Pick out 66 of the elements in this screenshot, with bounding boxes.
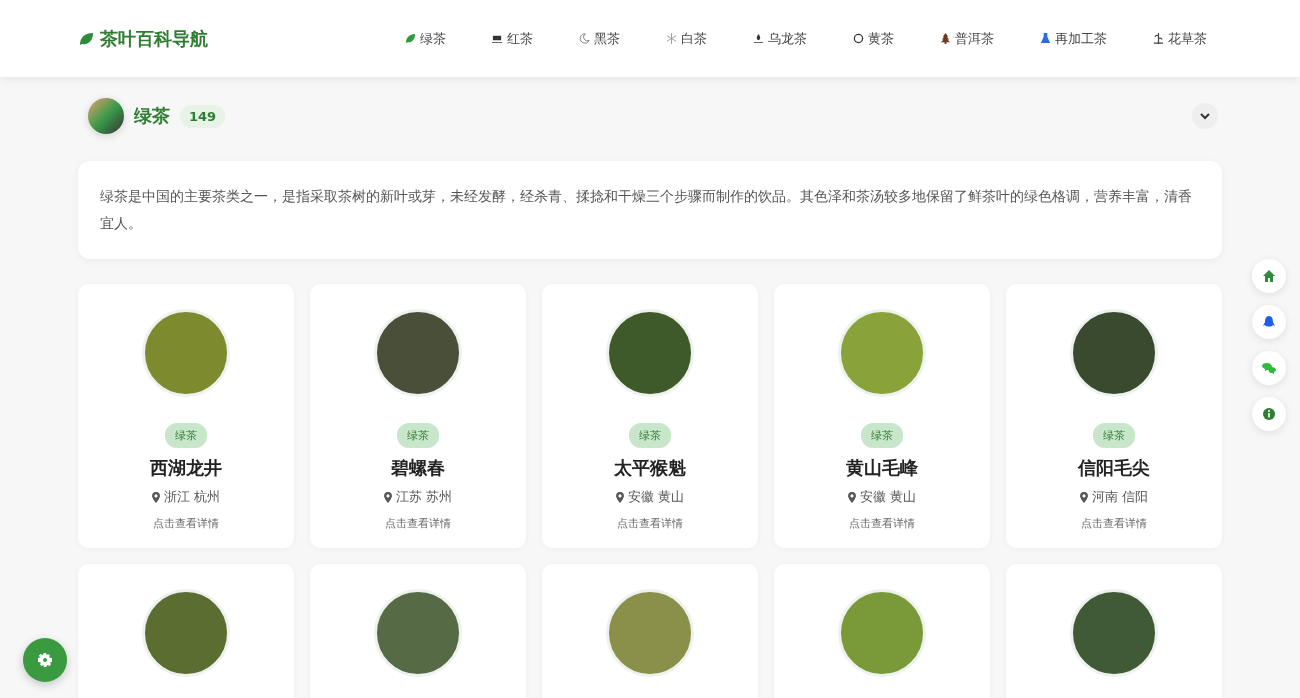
category-tag: 绿茶	[861, 423, 903, 448]
tree-icon	[940, 33, 951, 44]
nav-link[interactable]: 再加工茶	[1017, 23, 1130, 54]
category-tag: 绿茶	[165, 423, 207, 448]
location-pin-icon	[383, 491, 392, 503]
category-tag: 绿茶	[629, 423, 671, 448]
nav-link[interactable]: 白茶	[643, 23, 730, 54]
tea-name: 西湖龙井	[150, 456, 222, 480]
nav-link[interactable]: 乌龙茶	[730, 23, 830, 54]
detail-hint: 点击查看详情	[1081, 516, 1147, 531]
origin-text: 浙江 杭州	[163, 488, 221, 506]
moon-icon	[579, 33, 590, 44]
tea-name: 太平猴魁	[614, 456, 686, 480]
origin-text: 江苏 苏州	[395, 488, 453, 506]
tea-name: 黄山毛峰	[846, 456, 918, 480]
detail-hint: 点击查看详情	[617, 516, 683, 531]
tea-card[interactable]: 绿茶 西湖龙井 浙江 杭州 点击查看详情	[78, 284, 294, 548]
leaf-icon	[1153, 33, 1164, 44]
drop-icon	[753, 33, 764, 44]
wechat-button[interactable]	[1252, 351, 1286, 385]
tea-card[interactable]: 绿茶 黄山毛峰 安徽 黄山 点击查看详情	[774, 284, 990, 548]
tea-name: 碧螺春	[391, 456, 445, 480]
nav-link[interactable]: 红茶	[469, 23, 556, 54]
settings-button[interactable]	[23, 638, 67, 682]
site-logo[interactable]: 茶叶百科导航	[100, 26, 208, 51]
category-tag: 绿茶	[397, 423, 439, 448]
origin-text: 河南 信阳	[1091, 488, 1149, 506]
nav-link[interactable]: 绿茶	[382, 23, 469, 54]
nav-link[interactable]: 黄茶	[830, 23, 917, 54]
cup-icon	[492, 33, 503, 44]
home-button[interactable]	[1252, 259, 1286, 293]
info-icon	[1262, 407, 1276, 421]
tea-card[interactable]: 绿茶 太平猴魁 安徽 黄山 点击查看详情	[542, 284, 758, 548]
count-badge: 149	[180, 104, 226, 128]
nav-link[interactable]: 花草茶	[1130, 23, 1230, 54]
location-pin-icon	[151, 491, 160, 503]
circle-icon	[853, 33, 864, 44]
location-pin-icon	[847, 491, 856, 503]
origin-text: 安徽 黄山	[627, 488, 685, 506]
description-text: 绿茶是中国的主要茶类之一，是指采取茶树的新叶或芽，未经发酵，经杀青、揉捻和干燥三个步骤而制作的饮品。其色泽和茶汤较多地保留了鲜茶叶的绿色格调，营养丰富，清香宜人。	[100, 187, 1193, 233]
tea-card[interactable]: 绿茶 信阳毛尖 河南 信阳 点击查看详情	[1006, 284, 1222, 548]
category-tag: 绿茶	[1093, 423, 1135, 448]
settings-icon	[38, 653, 52, 667]
tea-name: 信阳毛尖	[1078, 456, 1150, 480]
nav-link[interactable]: 普洱茶	[917, 23, 1017, 54]
leaf-icon	[405, 33, 416, 44]
leaf-icon	[78, 30, 94, 47]
tea-logo-image	[88, 98, 124, 134]
qq-button[interactable]	[1252, 305, 1286, 339]
section-title: 绿茶	[134, 104, 170, 128]
info-button[interactable]	[1252, 397, 1286, 431]
home-icon	[1262, 269, 1276, 283]
origin-text: 安徽 黄山	[859, 488, 917, 506]
flask-icon	[1040, 33, 1051, 44]
chevron-icon	[1199, 110, 1211, 122]
detail-hint: 点击查看详情	[153, 516, 219, 531]
penguin-icon	[1262, 315, 1276, 329]
detail-hint: 点击查看详情	[849, 516, 915, 531]
location-pin-icon	[1079, 491, 1088, 503]
chat-bubbles-icon	[1262, 361, 1276, 375]
detail-hint: 点击查看详情	[385, 516, 451, 531]
tea-card[interactable]: 绿茶 碧螺春 江苏 苏州 点击查看详情	[310, 284, 526, 548]
location-pin-icon	[615, 491, 624, 503]
collapse-button[interactable]	[1192, 103, 1218, 129]
nav-link[interactable]: 黑茶	[556, 23, 643, 54]
snowflake-icon	[666, 33, 677, 44]
